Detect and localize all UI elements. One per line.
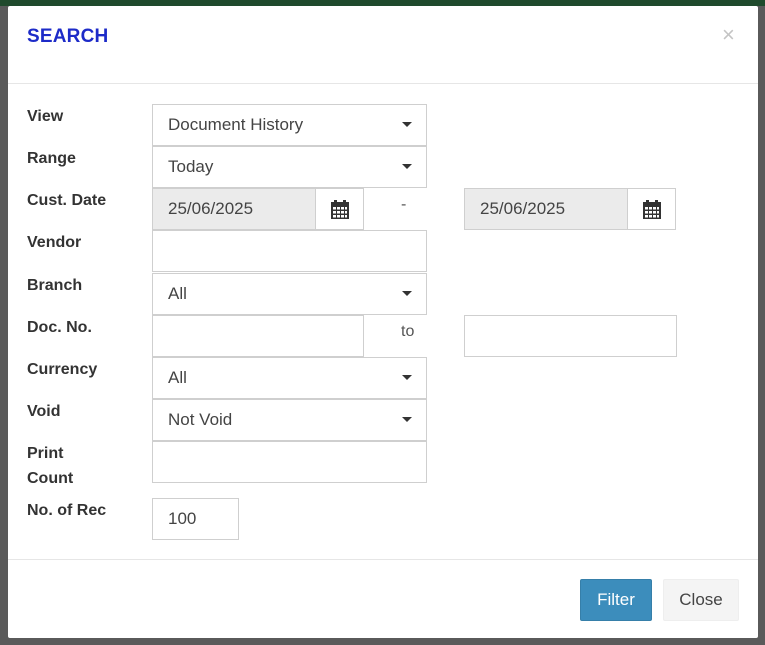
branch-select-value: All [168,284,187,303]
modal-header: SEARCH × [8,6,758,84]
chevron-down-icon [402,417,412,422]
no-of-rec-label: No. of Rec [27,502,107,519]
view-select[interactable]: Document History [152,104,427,146]
void-select-value: Not Void [168,410,233,429]
range-label: Range [27,150,76,167]
void-select[interactable]: Not Void [152,399,427,441]
void-label: Void [27,403,61,420]
view-label: View [27,108,64,125]
chevron-down-icon [402,375,412,380]
cust-date-separator: - [401,196,407,213]
view-select-value: Document History [168,115,304,134]
doc-no-to-input[interactable] [464,315,677,357]
range-select[interactable]: Today [152,146,427,188]
cust-date-from-input[interactable]: 25/06/2025 [152,188,316,230]
doc-no-label: Doc. No. [27,319,92,336]
modal-footer: Filter Close [8,559,758,638]
cust-date-to-input[interactable]: 25/06/2025 [464,188,628,230]
calendar-icon [643,200,661,219]
currency-select-value: All [168,368,187,387]
close-icon[interactable]: × [722,24,735,46]
range-select-value: Today [168,157,214,176]
doc-no-separator: to [401,323,415,340]
calendar-icon [331,200,349,219]
print-count-label-line1: Print [27,445,64,462]
search-modal: SEARCH × View Document History Range Tod… [8,6,758,638]
doc-no-from-input[interactable] [152,315,364,357]
cust-date-to-value: 25/06/2025 [480,199,566,218]
filter-button[interactable]: Filter [580,579,652,621]
chevron-down-icon [402,122,412,127]
no-of-rec-input[interactable]: 100 [152,498,239,540]
cust-date-from-value: 25/06/2025 [168,199,254,218]
chevron-down-icon [402,164,412,169]
vendor-label: Vendor [27,234,82,251]
branch-label: Branch [27,277,83,294]
cust-date-from-calendar-button[interactable] [315,188,364,230]
cust-date-to-calendar-button[interactable] [627,188,676,230]
modal-title: SEARCH [27,26,109,47]
no-of-rec-value: 100 [168,509,197,528]
print-count-input[interactable] [152,441,427,483]
branch-select[interactable]: All [152,273,427,315]
chevron-down-icon [402,291,412,296]
currency-label: Currency [27,361,98,378]
currency-select[interactable]: All [152,357,427,399]
cust-date-label: Cust. Date [27,192,107,209]
close-button[interactable]: Close [663,579,739,621]
vendor-input[interactable] [152,230,427,272]
print-count-label: Print Count [27,441,73,491]
print-count-label-line2: Count [27,470,74,487]
